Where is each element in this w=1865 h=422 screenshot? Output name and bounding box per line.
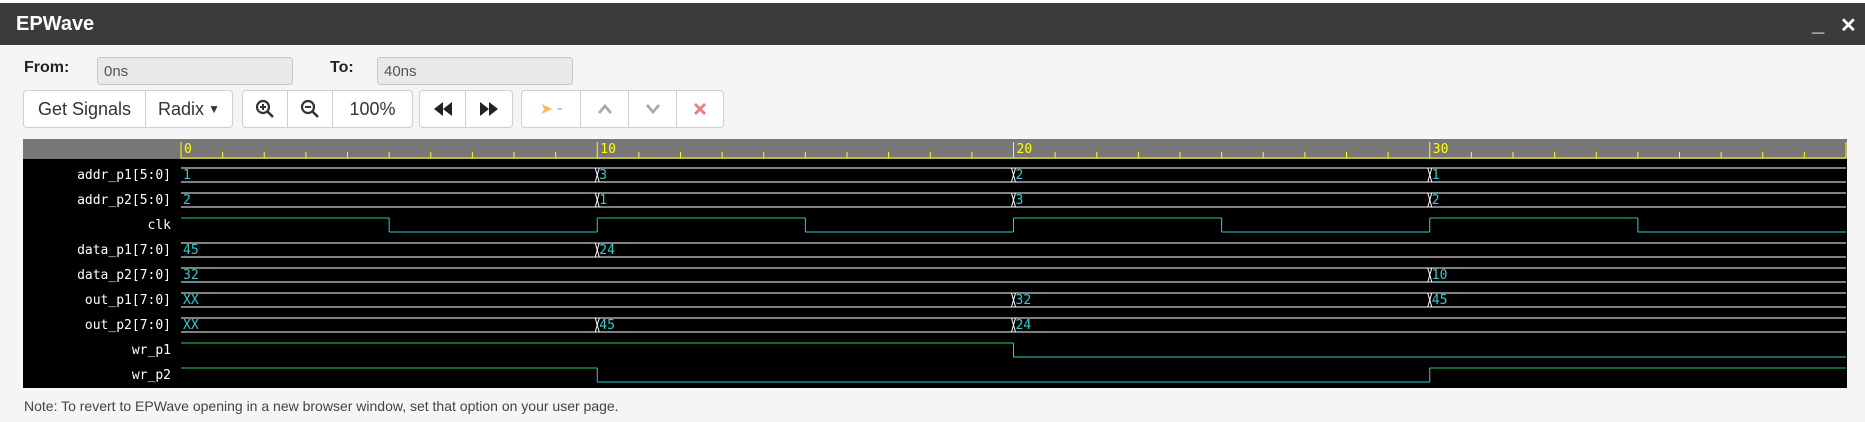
from-label: From: [24,59,70,76]
remove-icon [694,103,706,115]
fast-backward-icon [433,102,452,116]
bus-value: 2 [1016,168,1024,183]
next-edge-button[interactable] [466,91,512,127]
bus-value: 2 [1432,193,1440,208]
bus-value: 24 [1016,318,1032,333]
bus-value: 3 [1016,193,1024,208]
move-up-button[interactable] [581,91,629,127]
ruler-tick-label: 0 [184,142,192,157]
bus-value: 10 [1432,268,1448,283]
bus-value: 32 [1016,293,1032,308]
title-bar: EPWave _ ✕ [0,3,1865,45]
bus-value: XX [183,318,199,333]
cursor-value: - [557,100,563,117]
prev-edge-button[interactable] [420,91,466,127]
signal-name: addr_p1[5:0] [77,168,171,183]
signal-name: clk [148,218,172,233]
bus-value: 1 [599,193,607,208]
get-signals-button[interactable]: Get Signals [24,91,146,127]
cursor-button[interactable]: ➤ - [522,91,581,127]
bus-value: 45 [599,318,615,333]
bus-value: 32 [183,268,199,283]
zoom-out-icon [300,99,319,118]
bus-value: 45 [183,243,199,258]
zoom-level-button[interactable]: 100% [333,91,412,127]
signal-name: out_p2[7:0] [85,318,171,333]
location-arrow-icon: ➤ [539,101,554,118]
radix-label: Radix [158,98,205,119]
chevron-up-icon [597,103,612,114]
zoom-out-button[interactable] [288,91,333,127]
epwave-window: EPWave _ ✕ From: To: Get Signals Radix ▼ [0,3,1865,422]
from-input[interactable] [97,57,293,85]
bus-value: 3 [599,168,607,183]
to-label: To: [330,59,354,76]
fast-forward-icon [480,102,498,116]
bus-value: 2 [183,193,191,208]
caret-down-icon: ▼ [208,102,220,116]
signal-name: data_p1[7:0] [77,243,171,258]
waveform-canvas[interactable]: 0 10 20 30addr_p1[5:0] 1 3 2 1addr_p2[5:0] 2 1 3 2c… [23,139,1847,388]
cursor-group: ➤ - [521,90,724,128]
zoom-in-icon [255,99,274,118]
time-ruler [23,139,1847,159]
minimize-icon[interactable]: _ [1812,11,1824,37]
radix-dropdown[interactable]: Radix ▼ [146,91,232,127]
ruler-tick-label: 10 [600,142,616,157]
bus-value: XX [183,293,199,308]
navigate-group [419,90,513,128]
signal-name: addr_p2[5:0] [77,193,171,208]
chevron-down-icon [645,104,660,115]
to-input[interactable] [377,57,573,85]
note-text: Note: To revert to EPWave opening in a n… [24,398,619,414]
waveform-panel[interactable]: 0 10 20 30 addr_p1[5:0] 1 3 2 1 addr_p2[5:0] 2 1 3 2 c… [23,139,1847,388]
bus-value: 1 [183,168,191,183]
signal-name: wr_p1 [132,343,171,358]
bus-value: 24 [599,243,615,258]
signal-name: out_p1[7:0] [85,293,171,308]
signal-name: data_p2[7:0] [77,268,171,283]
bus-value: 1 [1432,168,1440,183]
window-title: EPWave [16,13,95,35]
ruler-tick-label: 20 [1017,142,1033,157]
close-icon[interactable]: ✕ [1840,13,1857,38]
move-down-button[interactable] [629,91,677,127]
remove-signal-button[interactable] [677,91,723,127]
ruler-tick-label: 30 [1433,142,1449,157]
bus-value: 45 [1432,293,1448,308]
signal-name: wr_p2 [132,368,171,383]
zoom-in-button[interactable] [243,91,288,127]
zoom-group: 100% [242,90,413,128]
signals-group: Get Signals Radix ▼ [23,90,233,128]
